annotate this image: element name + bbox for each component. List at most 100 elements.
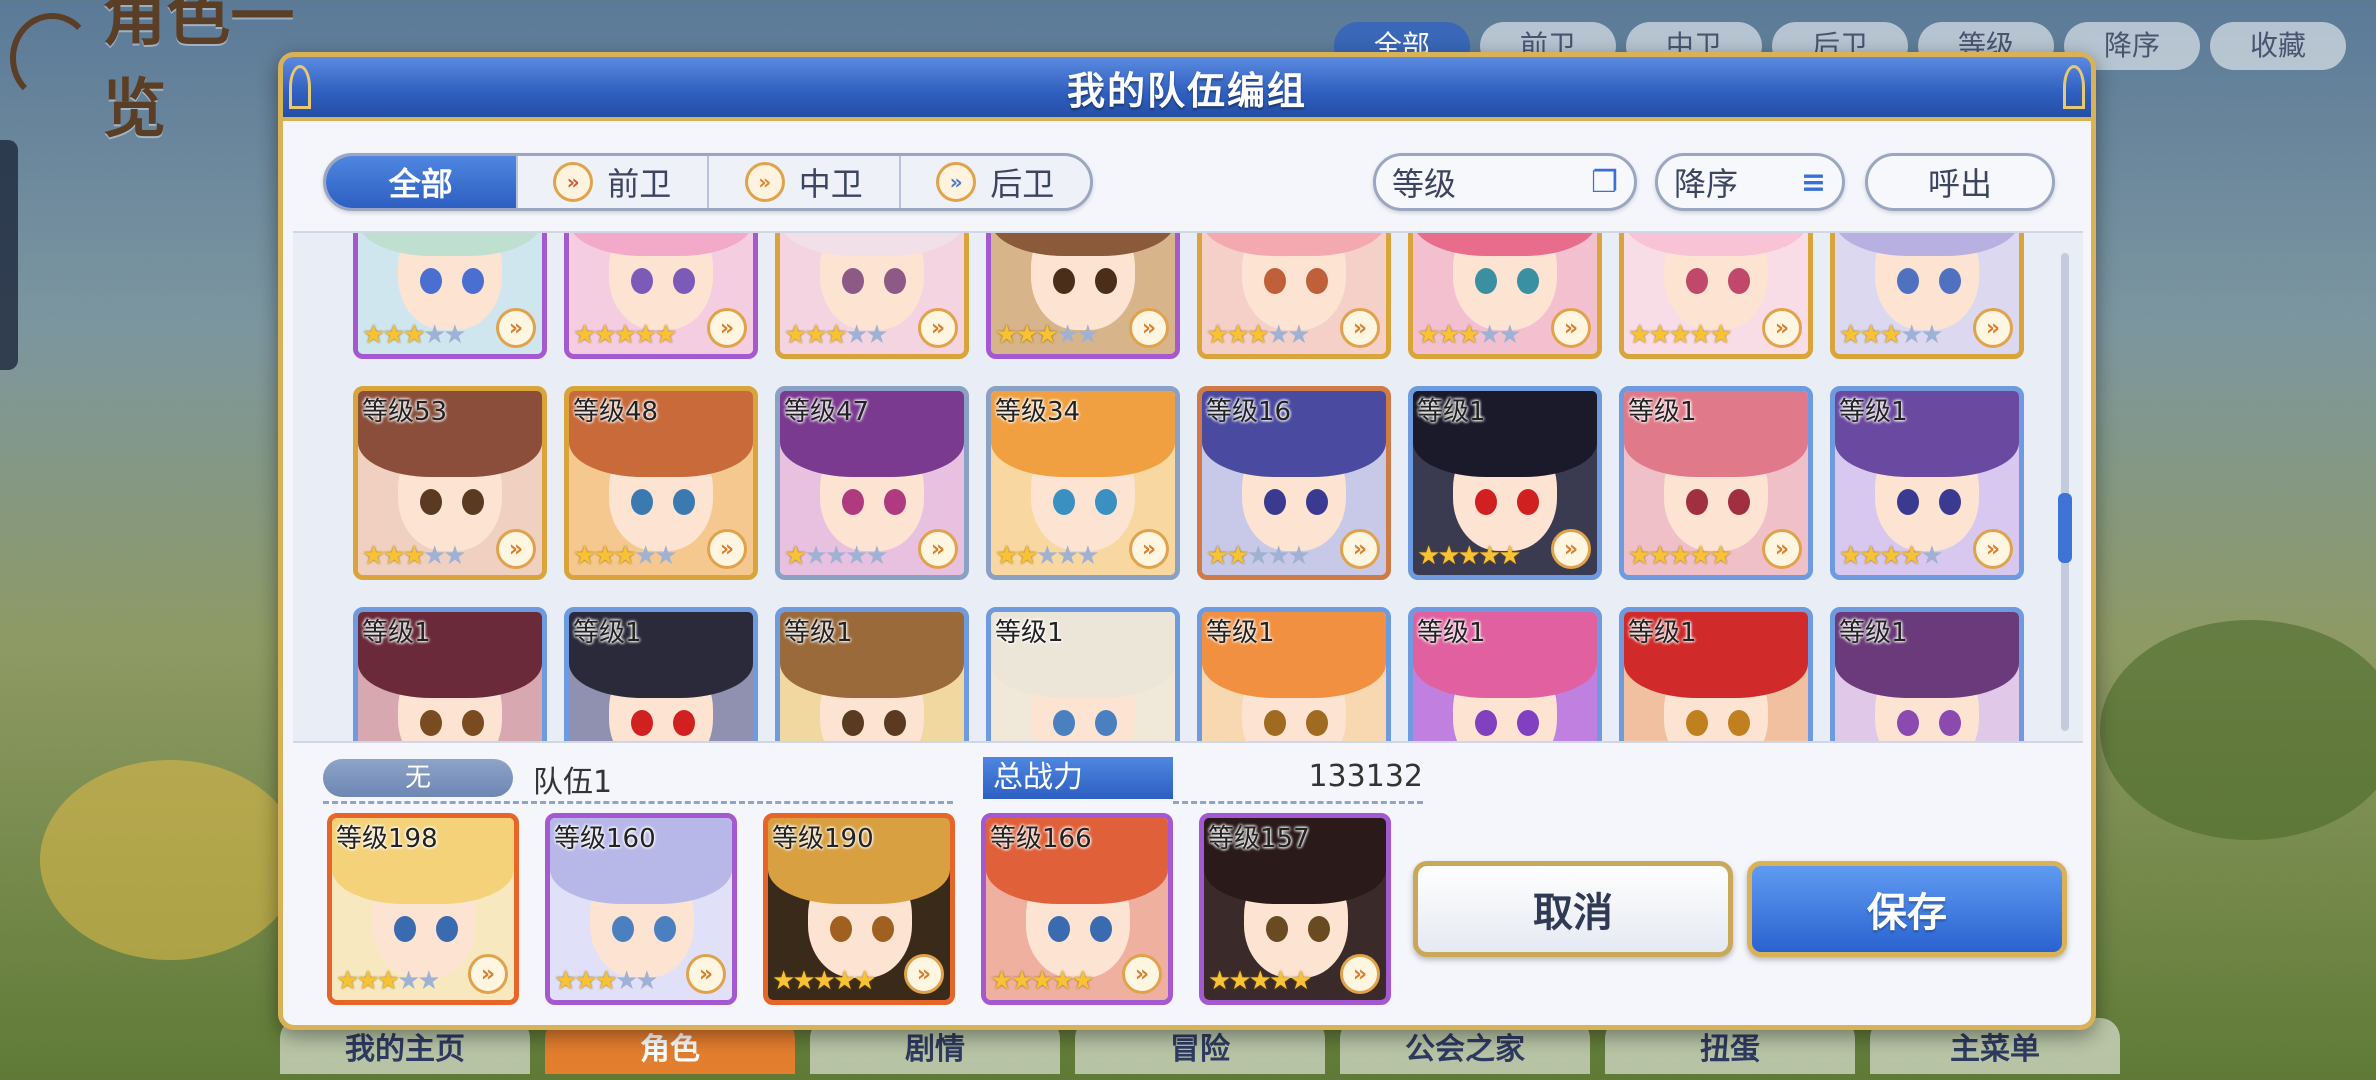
star-icon: ★ bbox=[613, 320, 637, 350]
total-power-value: 133132 bbox=[1308, 759, 1423, 794]
call-out-button[interactable]: 呼出 bbox=[1865, 153, 2055, 211]
portrait-eye bbox=[1048, 916, 1070, 942]
portrait-eye bbox=[1306, 710, 1328, 736]
roster-character-card[interactable]: 等级1★★★★★» bbox=[1830, 607, 2024, 741]
roster-character-card[interactable]: ★★★★★» bbox=[986, 233, 1180, 359]
star-icon: ★ bbox=[443, 320, 466, 350]
tab-all[interactable]: 全部 bbox=[326, 156, 518, 208]
roster-character-card[interactable]: ★★★★★» bbox=[1197, 233, 1391, 359]
star-icon: ★ bbox=[865, 541, 888, 571]
star-icon: ★ bbox=[865, 320, 888, 350]
team-member-slot[interactable]: 等级157 ★★★★★» bbox=[1199, 813, 1391, 1005]
star-icon: ★ bbox=[362, 320, 385, 350]
star-icon: ★ bbox=[1035, 320, 1059, 350]
roster-character-card[interactable]: 等级53 ★★★★★» bbox=[353, 386, 547, 580]
star-icon: ★ bbox=[443, 541, 466, 571]
star-icon: ★ bbox=[995, 541, 1018, 571]
roster-scrollbar[interactable] bbox=[2058, 253, 2072, 731]
roster-character-card[interactable]: 等级34 ★★★★★» bbox=[986, 386, 1180, 580]
team-member-slot[interactable]: 等级166 ★★★★★» bbox=[981, 813, 1173, 1005]
portrait-hair bbox=[569, 233, 753, 256]
star-icon: ★ bbox=[376, 966, 400, 996]
back-role-icon: » bbox=[936, 162, 977, 202]
star-icon: ★ bbox=[635, 966, 658, 996]
portrait-hair bbox=[1202, 233, 1386, 256]
team-member-slot[interactable]: 等级198 ★★★★★» bbox=[327, 813, 519, 1005]
roster-character-card[interactable]: 等级1★★★★★» bbox=[1408, 386, 1602, 580]
character-level: 等级1 bbox=[995, 618, 1064, 648]
star-icon: ★ bbox=[633, 320, 657, 350]
portrait-hair bbox=[991, 233, 1175, 256]
star-icon: ★ bbox=[1437, 541, 1460, 571]
side-drawer-handle[interactable] bbox=[0, 140, 18, 370]
tab-middle[interactable]: » 中卫 bbox=[709, 156, 901, 208]
roster-character-card[interactable]: 等级1★★★★★» bbox=[353, 607, 547, 741]
roster-character-card[interactable]: ★★★★★» bbox=[564, 233, 758, 359]
roster-character-card[interactable]: 等级1★★★★★» bbox=[1408, 607, 1602, 741]
portrait-hair bbox=[1624, 233, 1808, 256]
portrait-eye bbox=[673, 710, 695, 736]
star-icon: ★ bbox=[1628, 541, 1651, 571]
sort-field-select[interactable]: 等级 ❐ bbox=[1373, 153, 1637, 211]
cancel-button[interactable]: 取消 bbox=[1413, 861, 1733, 957]
star-rating: ★★★★★ bbox=[1206, 320, 1311, 350]
character-level: 等级16 bbox=[1206, 397, 1292, 427]
roster-character-card[interactable]: 等级1★★★★★» bbox=[564, 607, 758, 741]
star-rating: ★★★★★ bbox=[362, 320, 467, 350]
star-icon: ★ bbox=[396, 966, 420, 996]
roster-character-card[interactable]: 等级1★★★★★» bbox=[1830, 386, 2024, 580]
star-rating: ★★★★★ bbox=[990, 966, 1095, 996]
team-member-slot[interactable]: 等级190 ★★★★★» bbox=[763, 813, 955, 1005]
position-badge-icon: » bbox=[496, 529, 536, 569]
star-icon: ★ bbox=[1248, 966, 1272, 996]
sort-order-toggle[interactable]: 降序 ≡ bbox=[1655, 153, 1845, 211]
star-icon: ★ bbox=[336, 966, 359, 996]
tab-back[interactable]: » 后卫 bbox=[901, 156, 1091, 208]
character-level: 等级190 bbox=[772, 824, 874, 854]
star-icon: ★ bbox=[844, 541, 868, 571]
front-role-icon: » bbox=[553, 162, 594, 202]
portrait-eye bbox=[1306, 489, 1328, 515]
star-icon: ★ bbox=[1076, 320, 1099, 350]
roster-character-card[interactable]: 等级48 ★★★★★» bbox=[564, 386, 758, 580]
roster-character-card[interactable]: ★★★★★» bbox=[1830, 233, 2024, 359]
portrait-eye bbox=[1939, 268, 1961, 294]
star-icon: ★ bbox=[784, 541, 807, 571]
portrait-eye bbox=[1306, 268, 1328, 294]
star-rating: ★★★★★ bbox=[772, 966, 877, 996]
star-rating: ★★★★★ bbox=[995, 541, 1100, 571]
roster-character-card[interactable]: 等级16 ★★★★★» bbox=[1197, 386, 1391, 580]
roster-scrollbar-thumb[interactable] bbox=[2058, 493, 2072, 563]
portrait-eye bbox=[631, 268, 653, 294]
save-button[interactable]: 保存 bbox=[1747, 861, 2067, 957]
roster-character-card[interactable]: 等级1★★★★★» bbox=[1619, 386, 1813, 580]
star-icon: ★ bbox=[1879, 541, 1903, 571]
portrait-eye bbox=[1686, 489, 1708, 515]
portrait-eye bbox=[1095, 489, 1117, 515]
portrait-eye bbox=[1475, 268, 1497, 294]
star-rating: ★★★★★ bbox=[554, 966, 659, 996]
roster-character-card[interactable]: 等级1★★★★★» bbox=[986, 607, 1180, 741]
portrait-eye bbox=[1728, 710, 1750, 736]
portrait-eye bbox=[673, 268, 695, 294]
portrait-hair bbox=[780, 233, 964, 256]
star-rating: ★★★★★ bbox=[995, 320, 1100, 350]
team-member-slot[interactable]: 等级160 ★★★★★» bbox=[545, 813, 737, 1005]
roster-character-card[interactable]: ★★★★★» bbox=[1619, 233, 1813, 359]
star-icon: ★ bbox=[1050, 966, 1074, 996]
tab-front[interactable]: » 前卫 bbox=[518, 156, 709, 208]
star-icon: ★ bbox=[573, 541, 596, 571]
roster-character-card[interactable]: 等级1★★★★★» bbox=[1197, 607, 1391, 741]
roster-character-card[interactable]: 等级1★★★★★» bbox=[775, 607, 969, 741]
roster-character-card[interactable]: ★★★★★» bbox=[353, 233, 547, 359]
star-icon: ★ bbox=[1015, 320, 1038, 350]
roster-character-card[interactable]: ★★★★★» bbox=[1408, 233, 1602, 359]
roster-character-card[interactable]: 等级47 ★★★★★» bbox=[775, 386, 969, 580]
character-level: 等级1 bbox=[1417, 397, 1486, 427]
roster-character-card[interactable]: ★★★★★» bbox=[775, 233, 969, 359]
star-icon: ★ bbox=[402, 541, 426, 571]
star-rating: ★★★★★ bbox=[1628, 320, 1733, 350]
roster-character-card[interactable]: 等级1★★★★★» bbox=[1619, 607, 1813, 741]
corner-ornament-icon bbox=[289, 65, 311, 109]
character-level: 等级198 bbox=[336, 824, 438, 854]
